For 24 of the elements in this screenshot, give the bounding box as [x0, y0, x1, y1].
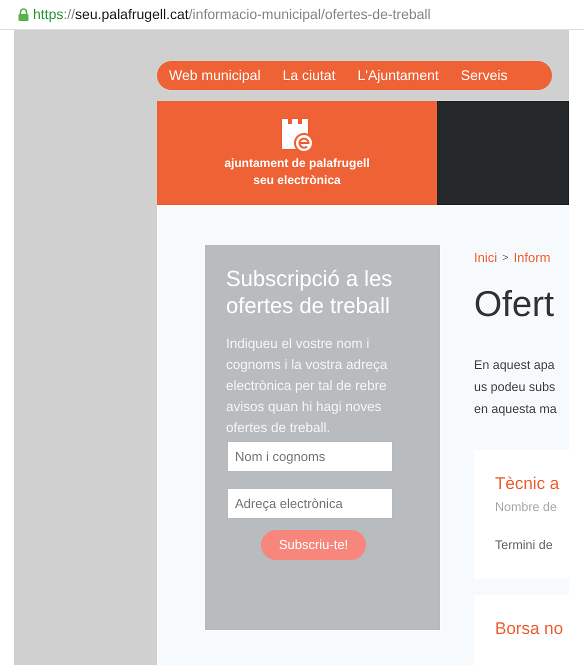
- panel-title: Subscripció a les ofertes de treball: [226, 265, 394, 319]
- breadcrumb-separator: >: [502, 250, 509, 266]
- text-field[interactable]: Nom i cognoms: [228, 442, 392, 471]
- tower-logo-icon: [280, 117, 314, 153]
- offer-title[interactable]: Borsa no: [495, 617, 569, 641]
- breadcrumb-link[interactable]: Inform: [514, 248, 550, 268]
- nav-link[interactable]: Web municipal: [169, 65, 261, 86]
- intro-text: En aquest apa: [474, 356, 556, 374]
- nav-link[interactable]: L'Ajuntament: [358, 65, 439, 86]
- lock-icon: [18, 8, 29, 21]
- nav-link[interactable]: Serveis: [460, 65, 508, 86]
- subscribe-button[interactable]: Subscriu-te!: [261, 530, 366, 560]
- intro-text: en aquesta ma: [474, 400, 558, 418]
- logo-text: ajuntament de palafrugell seu electrònica: [224, 155, 370, 189]
- breadcrumb-link[interactable]: Inici: [474, 248, 498, 268]
- offer-detail: Termini de: [495, 537, 554, 554]
- panel-text: Indiqueu el vostre nom i cognoms i la vostra adreça electrònica per tal de rebre avisos quan hi hagi noves ofertes de treball.: [226, 335, 388, 437]
- url-field[interactable]: https://seu.palafrugell.cat/informacio-municipal/ofertes-de-treball: [33, 4, 431, 25]
- page-title: Ofert: [474, 282, 556, 326]
- offer-detail: Nombre de: [495, 498, 558, 516]
- nav-link[interactable]: La ciutat: [282, 65, 336, 86]
- intro-text: us podeu subs: [474, 378, 556, 396]
- offer-title[interactable]: Tècnic a: [495, 472, 569, 496]
- text-field[interactable]: Adreça electrònica: [228, 489, 392, 518]
